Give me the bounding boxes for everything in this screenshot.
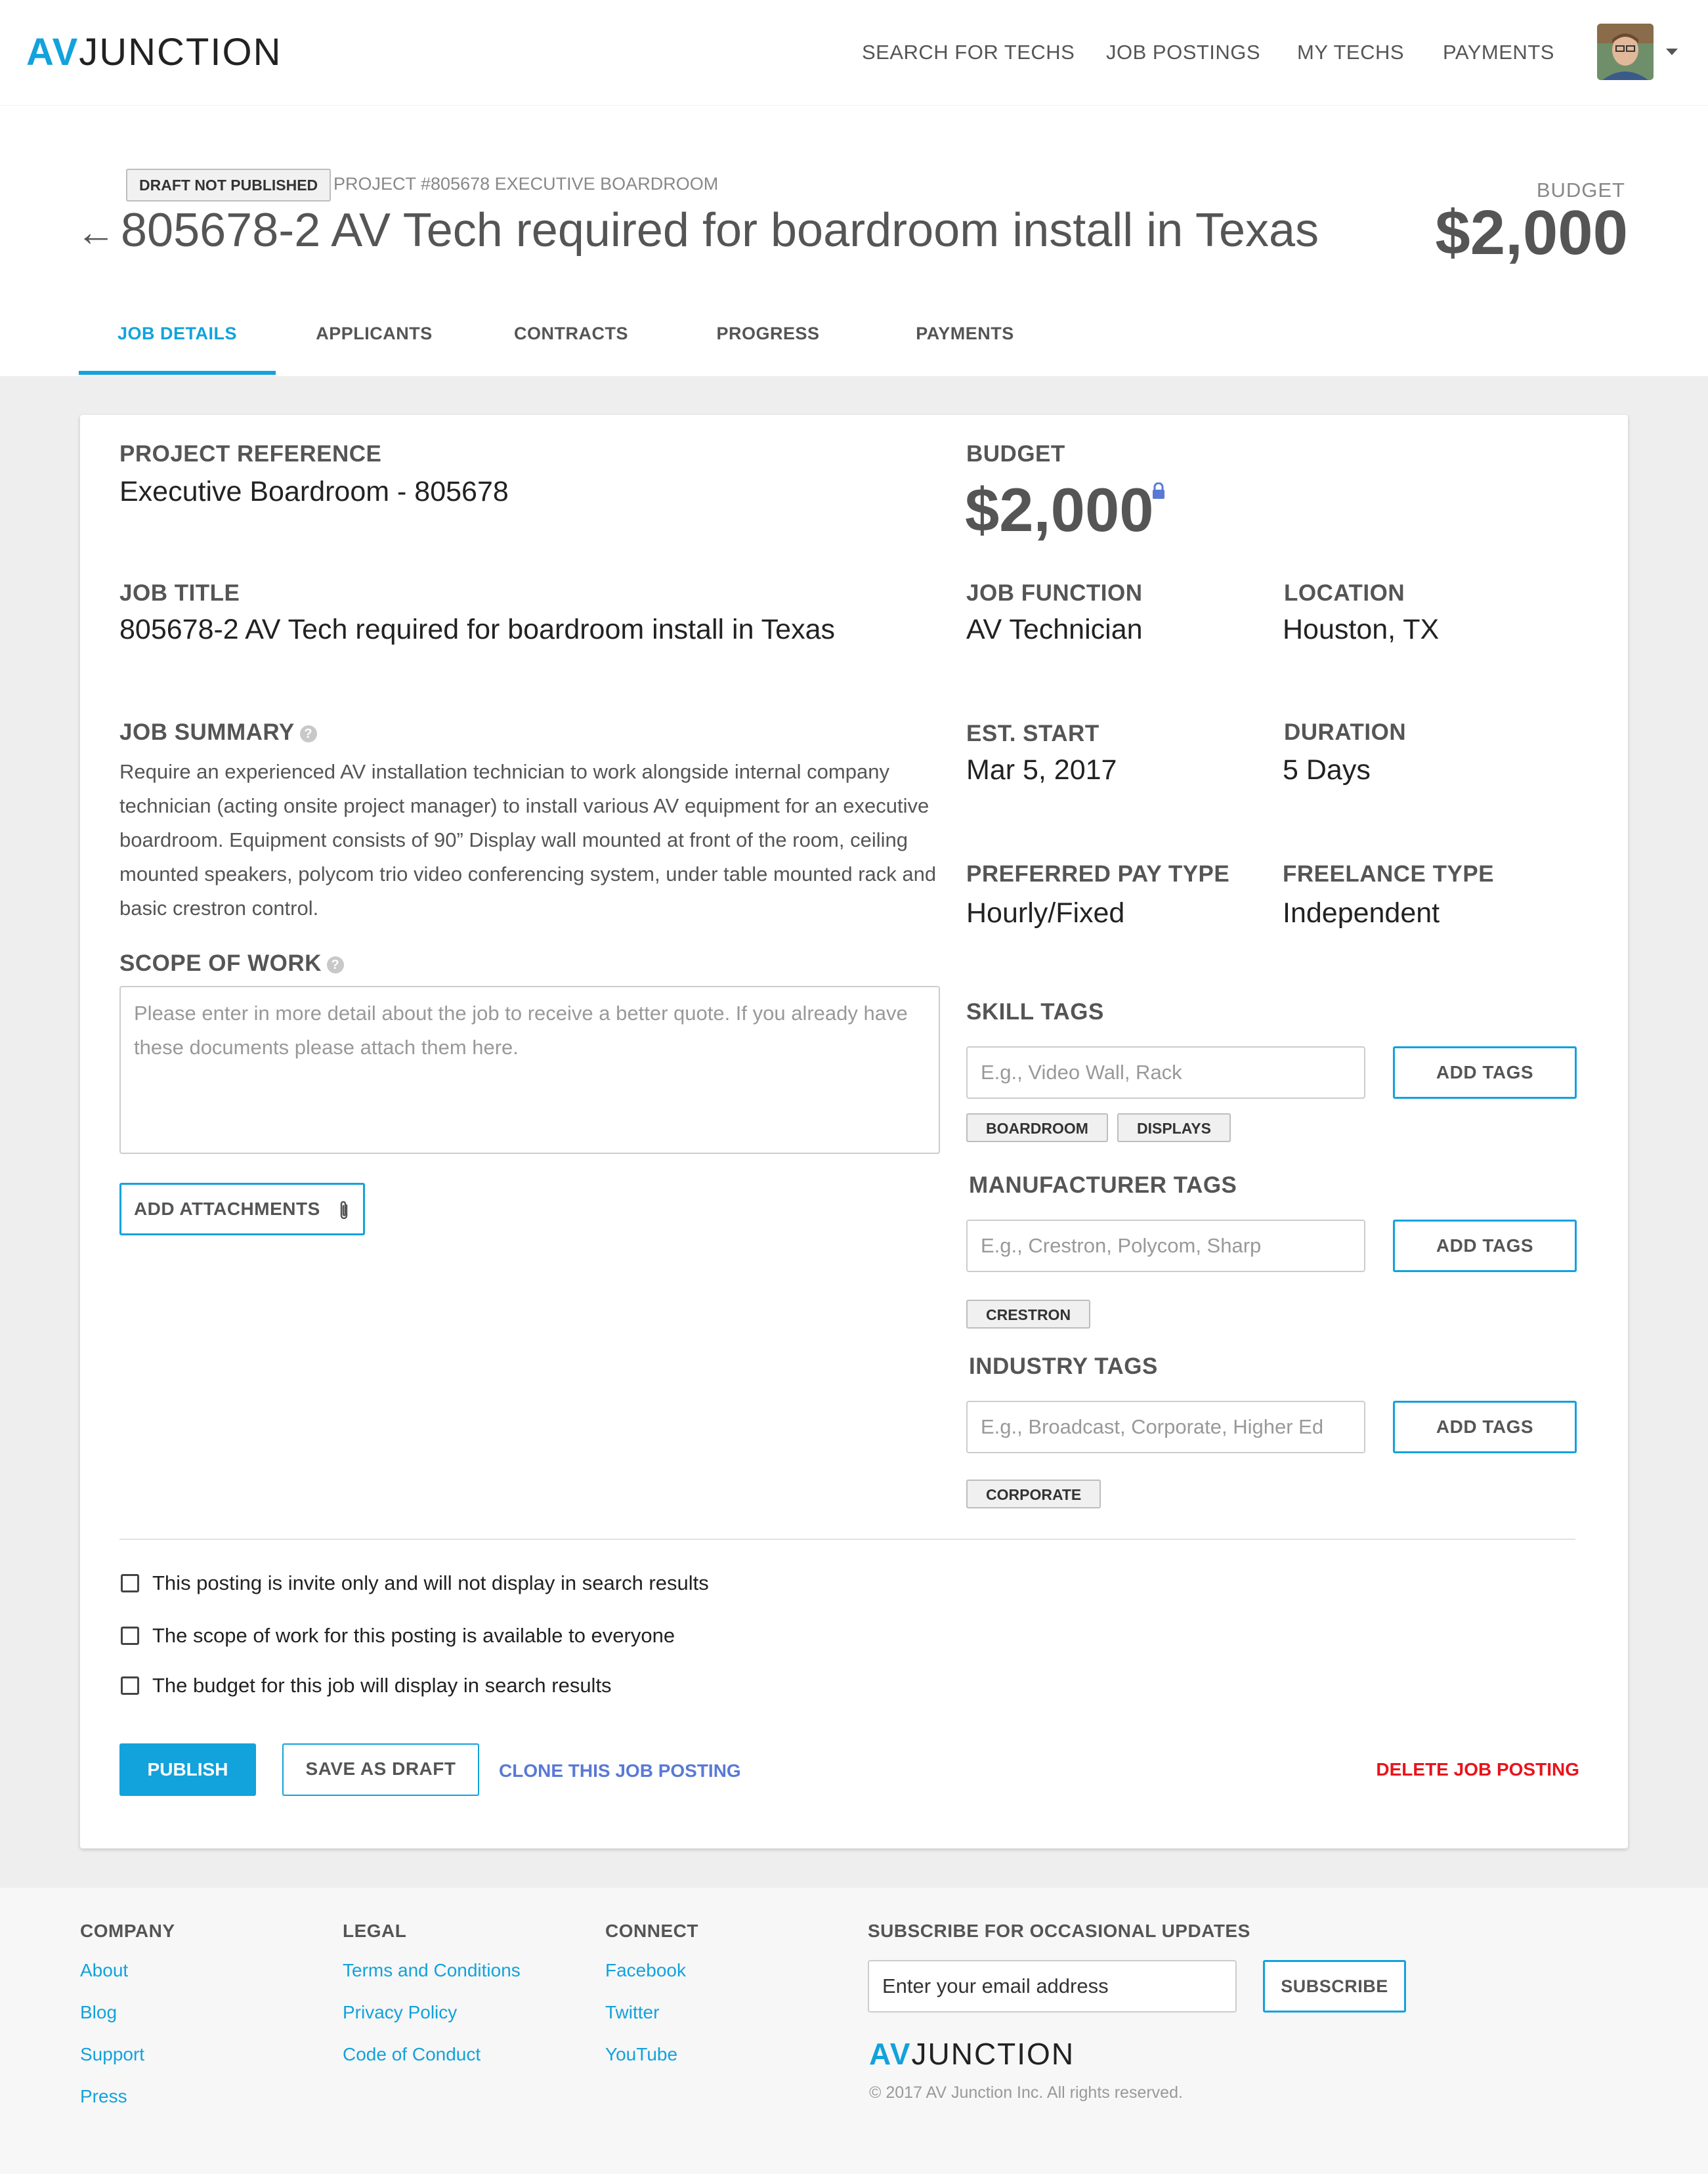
industry-tag-chip-corporate[interactable]: CORPORATE [966, 1480, 1101, 1508]
top-navbar: AVJUNCTION SEARCH FOR TECHS JOB POSTINGS… [0, 0, 1708, 105]
budget-display-checkbox[interactable] [121, 1676, 139, 1695]
footer-company-heading: COMPANY [80, 1921, 175, 1941]
pay-type-label: PREFERRED PAY TYPE [966, 861, 1230, 887]
avatar-photo [1597, 24, 1654, 80]
pay-type-value: Hourly/Fixed [966, 897, 1125, 929]
help-icon[interactable]: ? [326, 956, 344, 973]
nav-job-postings[interactable]: JOB POSTINGS [1106, 41, 1260, 64]
nav-search-for-techs[interactable]: SEARCH FOR TECHS [862, 41, 1075, 64]
add-manufacturer-tags-button[interactable]: ADD TAGS [1393, 1220, 1577, 1272]
tab-job-details[interactable]: JOB DETAILS [79, 320, 276, 347]
duration-value: 5 Days [1283, 754, 1371, 786]
job-summary-text: Require an experienced AV installation t… [119, 760, 937, 920]
skill-tags-input[interactable]: E.g., Video Wall, Rack [966, 1046, 1365, 1099]
footer-link-about[interactable]: About [80, 1959, 128, 1982]
save-draft-button[interactable]: SAVE AS DRAFT [282, 1743, 479, 1796]
footer-link-support[interactable]: Support [80, 2043, 144, 2066]
copyright-text: © 2017 AV Junction Inc. All rights reser… [869, 2083, 1183, 2102]
page-root: AVJUNCTION SEARCH FOR TECHS JOB POSTINGS… [0, 0, 1708, 2174]
est-start-label: EST. START [966, 721, 1100, 746]
footer-link-code-of-conduct[interactable]: Code of Conduct [343, 2043, 480, 2066]
footer-link-privacy[interactable]: Privacy Policy [343, 2001, 457, 2024]
caret-down-icon[interactable] [1666, 49, 1678, 55]
skill-tag-chip-boardroom[interactable]: BOARDROOM [966, 1113, 1108, 1142]
footer-legal-heading: LEGAL [343, 1921, 407, 1941]
nav-my-techs[interactable]: MY TECHS [1297, 41, 1404, 64]
section-divider [119, 1539, 1575, 1540]
job-title-label: JOB TITLE [119, 580, 240, 606]
industry-tags-label: INDUSTRY TAGS [969, 1353, 1158, 1379]
user-avatar[interactable] [1597, 24, 1654, 80]
location-value: Houston, TX [1283, 614, 1440, 645]
duration-label: DURATION [1284, 719, 1407, 745]
tab-payments[interactable]: PAYMENTS [866, 320, 1063, 347]
footer-link-youtube[interactable]: YouTube [605, 2043, 677, 2066]
active-tab-indicator [79, 371, 276, 375]
freelance-type-value: Independent [1283, 897, 1440, 929]
footer-link-blog[interactable]: Blog [80, 2001, 117, 2024]
publish-button[interactable]: PUBLISH [119, 1743, 256, 1796]
add-industry-tags-button[interactable]: ADD TAGS [1393, 1401, 1577, 1453]
job-summary-label: JOB SUMMARY? [119, 718, 317, 747]
scope-of-work-textarea[interactable]: Please enter in more detail about the jo… [119, 986, 940, 1154]
manufacturer-tags-label: MANUFACTURER TAGS [969, 1172, 1237, 1198]
help-icon[interactable]: ? [299, 725, 317, 742]
footer-link-twitter[interactable]: Twitter [605, 2001, 659, 2024]
freelance-type-label: FREELANCE TYPE [1283, 861, 1495, 887]
tab-applicants[interactable]: APPLICANTS [276, 320, 473, 347]
invite-only-label: This posting is invite only and will not… [152, 1571, 709, 1594]
footer-subscribe-heading: SUBSCRIBE FOR OCCASIONAL UPDATES [868, 1921, 1250, 1941]
site-footer [0, 1888, 1708, 2174]
footer-link-press[interactable]: Press [80, 2085, 127, 2108]
tab-contracts[interactable]: CONTRACTS [473, 320, 670, 347]
footer-connect-heading: CONNECT [605, 1921, 698, 1941]
subscribe-button[interactable]: SUBSCRIBE [1263, 1960, 1406, 2013]
job-function-label: JOB FUNCTION [966, 580, 1143, 606]
project-subtitle: PROJECT #805678 EXECUTIVE BOARDROOM [333, 174, 719, 194]
subscribe-email-input[interactable]: Enter your email address [868, 1960, 1237, 2013]
add-attachments-button[interactable]: ADD ATTACHMENTS [119, 1183, 365, 1235]
tab-progress[interactable]: PROGRESS [670, 320, 866, 347]
paperclip-icon [340, 1201, 348, 1219]
clone-job-posting-link[interactable]: CLONE THIS JOB POSTING [499, 1759, 741, 1783]
budget-display-label: The budget for this job will display in … [152, 1674, 612, 1697]
location-label: LOCATION [1284, 580, 1405, 606]
project-reference-value: Executive Boardroom - 805678 [119, 476, 509, 507]
header-budget-value: $2,000 [1435, 198, 1628, 268]
site-logo[interactable]: AVJUNCTION [26, 32, 282, 74]
invite-only-checkbox[interactable] [121, 1574, 139, 1592]
status-badge: DRAFT NOT PUBLISHED [126, 169, 331, 202]
project-reference-label: PROJECT REFERENCE [119, 441, 382, 467]
page-title: 805678-2 AV Tech required for boardroom … [121, 204, 1319, 257]
add-skill-tags-button[interactable]: ADD TAGS [1393, 1046, 1577, 1099]
manufacturer-tags-input[interactable]: E.g., Crestron, Polycom, Sharp [966, 1220, 1365, 1272]
footer-link-facebook[interactable]: Facebook [605, 1959, 686, 1982]
delete-job-posting-link[interactable]: DELETE JOB POSTING [1376, 1758, 1579, 1781]
skill-tags-label: SKILL TAGS [966, 999, 1104, 1025]
job-function-value: AV Technician [966, 614, 1143, 645]
industry-tags-input[interactable]: E.g., Broadcast, Corporate, Higher Ed [966, 1401, 1365, 1453]
job-title-value: 805678-2 AV Tech required for boardroom … [119, 614, 835, 645]
scope-public-label: The scope of work for this posting is av… [152, 1624, 675, 1647]
scope-of-work-label: SCOPE OF WORK? [119, 949, 344, 978]
footer-link-terms[interactable]: Terms and Conditions [343, 1959, 521, 1982]
budget-value: $2,000 [965, 475, 1154, 544]
manufacturer-tag-chip-crestron[interactable]: CRESTRON [966, 1300, 1091, 1329]
footer-logo: AVJUNCTION [869, 2037, 1075, 2071]
nav-payments[interactable]: PAYMENTS [1443, 41, 1554, 64]
est-start-value: Mar 5, 2017 [966, 754, 1117, 786]
skill-tag-chip-displays[interactable]: DISPLAYS [1117, 1113, 1231, 1142]
budget-label: BUDGET [966, 441, 1065, 467]
back-arrow-icon[interactable]: ← [76, 211, 116, 253]
lock-icon [1153, 482, 1164, 499]
scope-public-checkbox[interactable] [121, 1627, 139, 1645]
